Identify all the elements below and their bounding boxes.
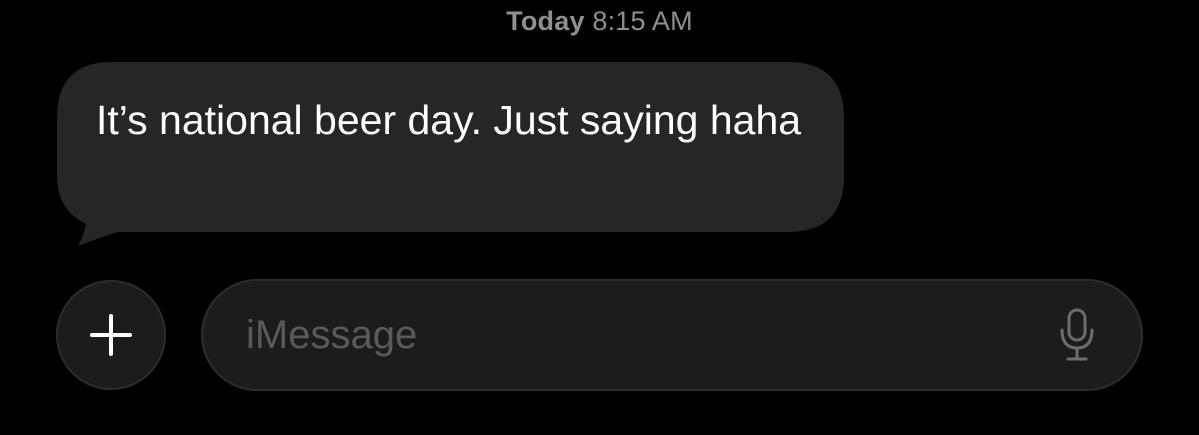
dictation-button[interactable] (1057, 307, 1097, 363)
microphone-icon (1060, 308, 1094, 361)
add-attachment-button[interactable] (56, 280, 166, 390)
message-input-placeholder: iMessage (246, 313, 418, 357)
plus-icon (90, 314, 132, 356)
message-text: It’s national beer day. Just saying haha (96, 97, 802, 143)
message-input[interactable]: iMessage (201, 279, 1143, 391)
received-message-bubble[interactable]: It’s national beer day. Just saying haha (0, 0, 1199, 260)
